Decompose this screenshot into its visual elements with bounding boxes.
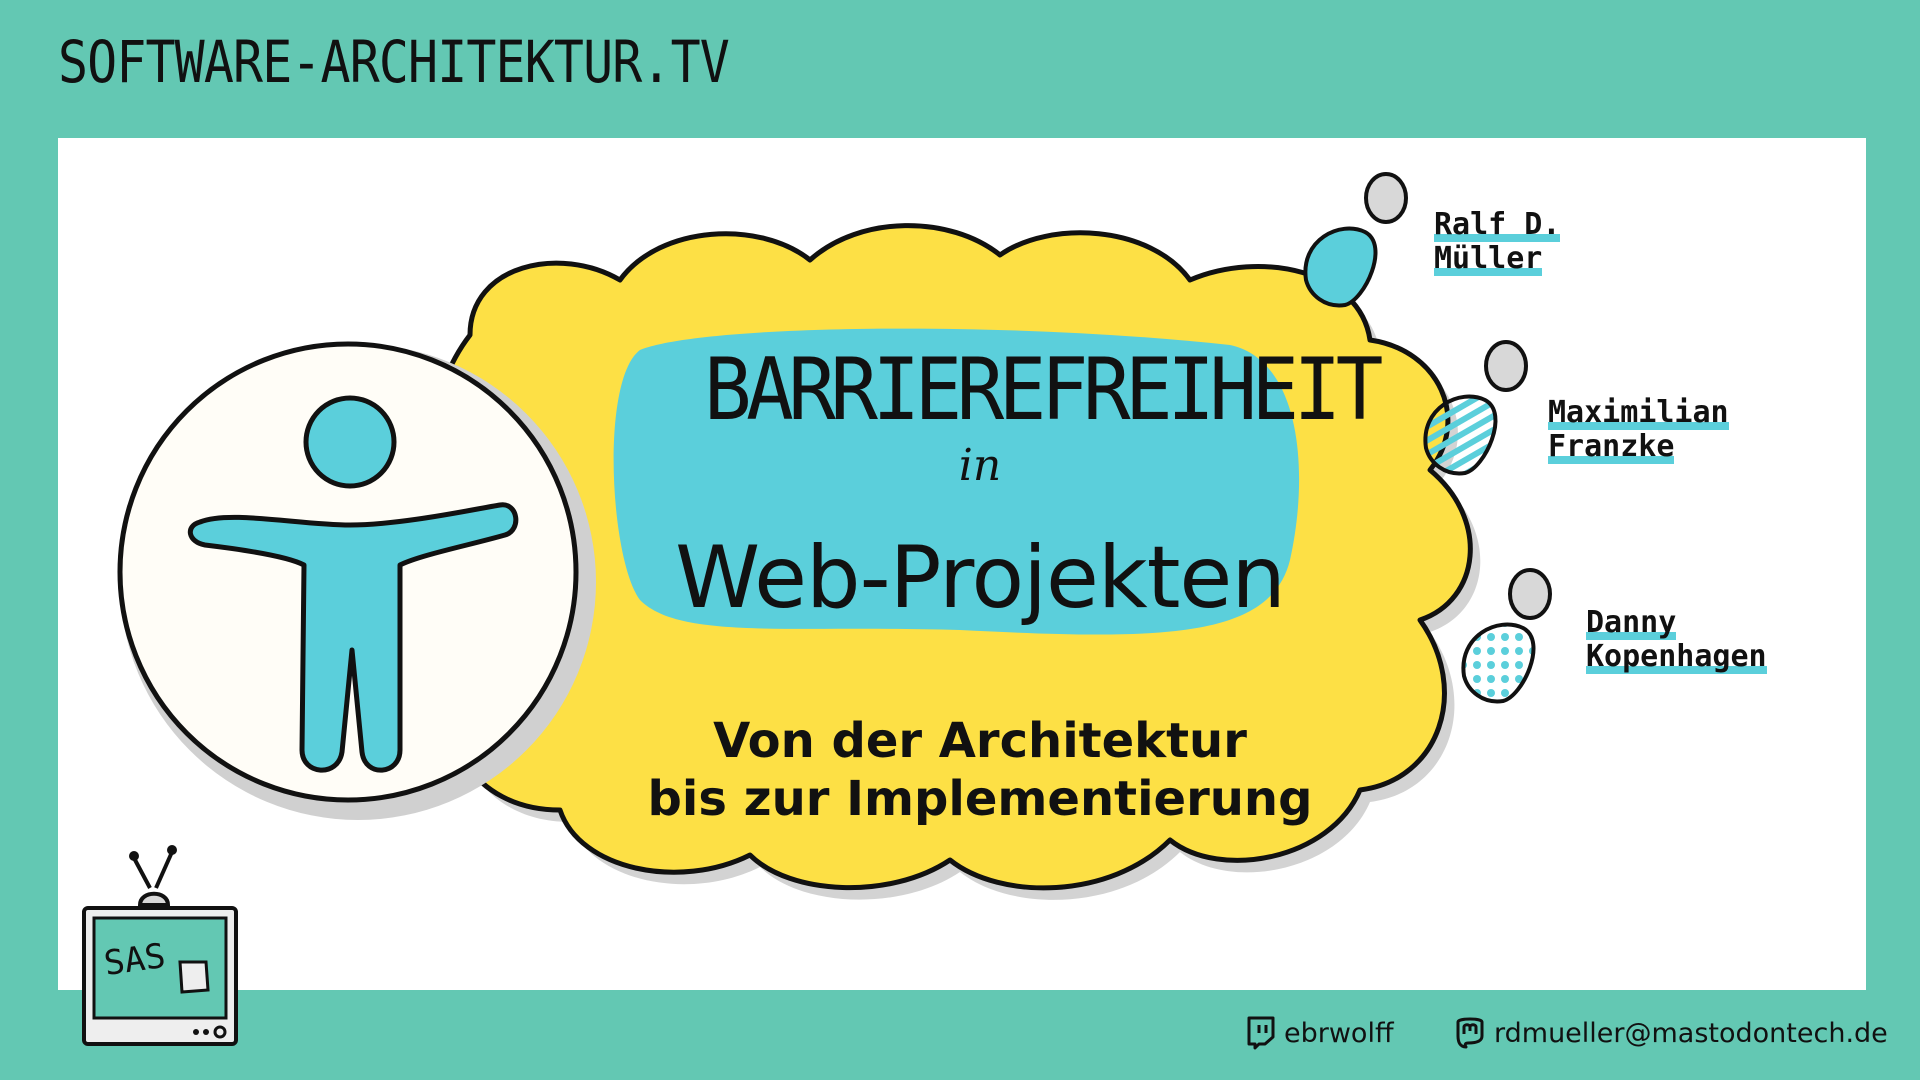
logo-text: SAS <box>101 935 168 985</box>
mastodon-icon <box>1456 1017 1484 1049</box>
mastodon-handle: rdmueller@mastodontech.de <box>1494 1017 1888 1049</box>
speaker-figure-ralf <box>1303 172 1408 308</box>
subtitle-line2: bis zur Implementierung <box>647 771 1313 827</box>
speaker-last-name: Kopenhagen <box>1586 639 1767 674</box>
speaker-figure-maximilian <box>1423 340 1528 476</box>
subtitle-line1: Von der Architektur <box>713 713 1247 769</box>
episode-title-line1: BARRIEREFREIHEIT <box>704 340 1383 440</box>
speaker-first-name: Maximilian <box>1548 395 1729 430</box>
speaker-last-name: Franzke <box>1548 429 1675 464</box>
speaker-maximilian: Maximilian Franzke <box>1548 396 1729 464</box>
twitch-handle: ebrwolff <box>1284 1017 1394 1049</box>
speaker-danny: Danny Kopenhagen <box>1586 606 1767 674</box>
mastodon-link[interactable]: rdmueller@mastodontech.de <box>1454 1016 1888 1050</box>
speaker-first-name: Ralf D. <box>1434 207 1561 242</box>
twitch-icon <box>1247 1016 1275 1050</box>
episode-title-line2: Web-Projekten <box>675 528 1286 628</box>
speaker-last-name: Müller <box>1434 241 1543 276</box>
speaker-figure-danny <box>1461 568 1552 704</box>
twitch-link[interactable]: ebrwolff <box>1246 1016 1394 1050</box>
speaker-ralf: Ralf D. Müller <box>1434 207 1561 276</box>
episode-title-connector: in <box>958 440 1002 491</box>
speaker-first-name: Danny <box>1586 605 1677 640</box>
episode-subtitle: Von der Architektur bis zur Implementier… <box>560 712 1400 828</box>
